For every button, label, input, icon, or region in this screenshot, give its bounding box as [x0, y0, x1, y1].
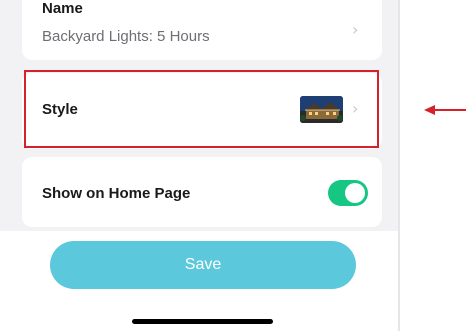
toggle-knob — [345, 183, 365, 203]
name-label: Name — [42, 0, 83, 17]
name-value: Backyard Lights: 5 Hours — [42, 28, 210, 45]
annotation-arrow-icon — [424, 105, 466, 115]
bottom-panel: Save — [0, 231, 398, 331]
home-indicator — [132, 319, 273, 324]
show-on-home-row: Show on Home Page — [22, 157, 382, 227]
show-on-home-label: Show on Home Page — [42, 185, 191, 202]
name-row[interactable]: Name Backyard Lights: 5 Hours › — [22, 0, 382, 60]
chevron-right-icon: › — [352, 20, 359, 39]
phone-screen: Name Backyard Lights: 5 Hours › Style › … — [0, 0, 400, 331]
phone-edge — [398, 0, 400, 331]
save-button[interactable]: Save — [50, 241, 356, 289]
show-on-home-toggle[interactable] — [328, 180, 368, 206]
style-row-highlight-box — [24, 70, 379, 148]
